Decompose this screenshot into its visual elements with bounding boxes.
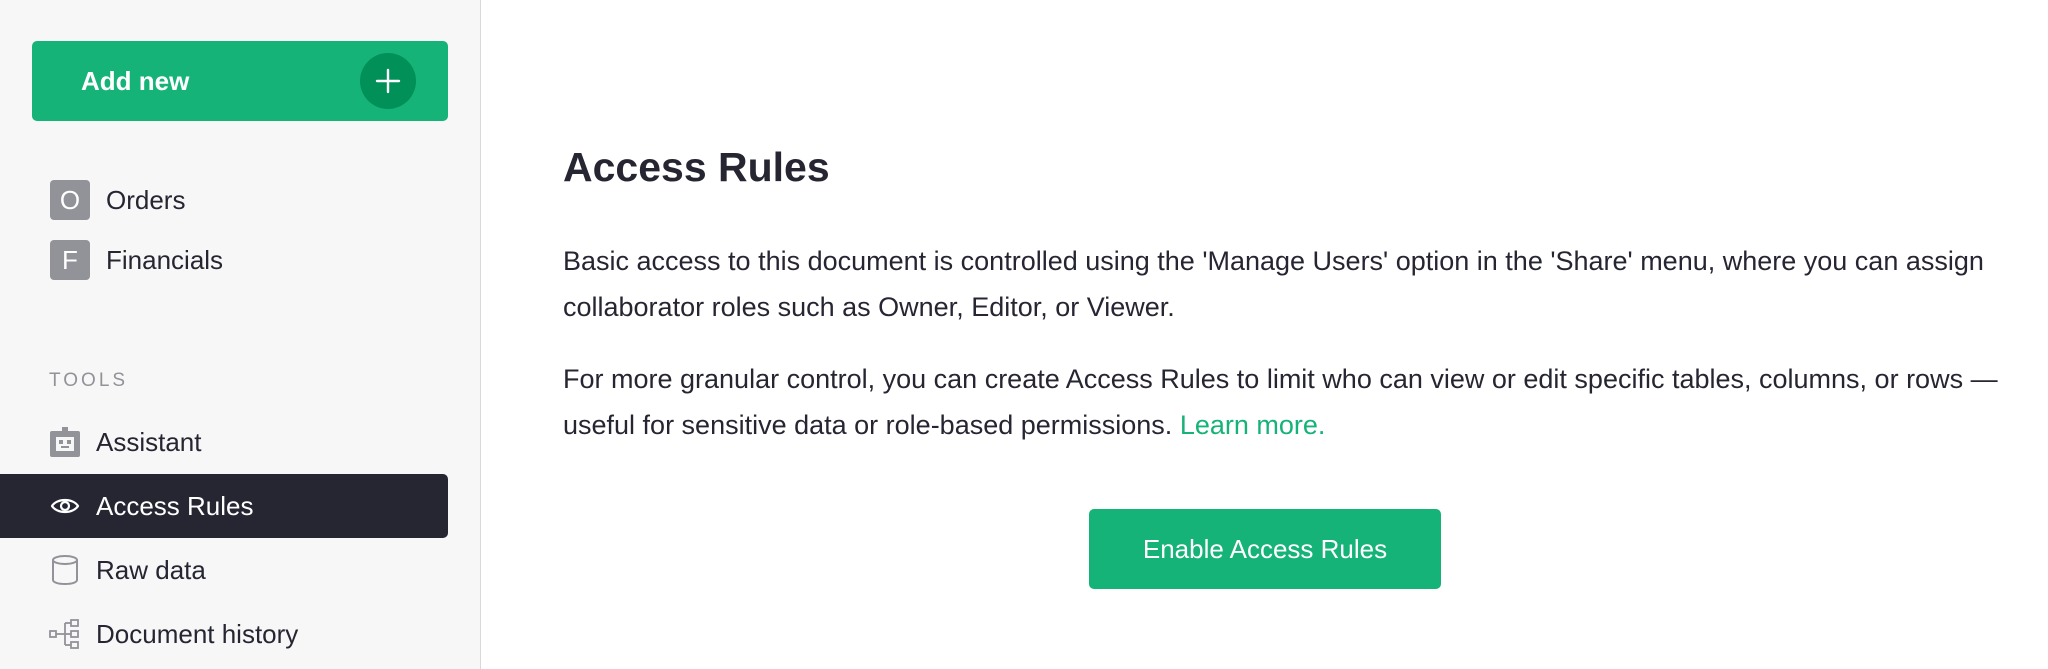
tools-heading: TOOLS (49, 370, 129, 391)
page-item-financials[interactable]: F Financials (50, 240, 223, 280)
page-initial-badge: O (50, 180, 90, 220)
history-icon (48, 617, 82, 651)
sidebar-item-raw-data[interactable]: Raw data (0, 538, 448, 602)
page-title: Access Rules (563, 144, 830, 190)
eye-icon (48, 489, 82, 523)
learn-more-link[interactable]: Learn more. (1180, 410, 1326, 440)
sidebar-item-access-rules[interactable]: Access Rules (0, 474, 448, 538)
main-content: Access Rules Basic access to this docume… (481, 0, 2048, 669)
left-sidebar: Add new O Orders F Financials TOOLS Assi… (0, 0, 481, 669)
page-label: Financials (106, 244, 224, 275)
sidebar-item-label: Raw data (96, 554, 206, 585)
enable-access-rules-button[interactable]: Enable Access Rules (1089, 509, 1441, 589)
add-new-button[interactable]: Add new (32, 41, 448, 121)
page-item-orders[interactable]: O Orders (50, 180, 185, 220)
intro-paragraph: Basic access to this document is control… (563, 246, 1984, 322)
plus-icon (360, 53, 416, 109)
app: Add new O Orders F Financials TOOLS Assi… (0, 0, 2048, 669)
sidebar-item-assistant[interactable]: Assistant (0, 410, 448, 474)
sidebar-item-label: Document history (96, 618, 299, 649)
sidebar-item-document-history[interactable]: Document history (0, 602, 448, 666)
page-label: Orders (106, 184, 186, 215)
add-new-label: Add new (81, 65, 190, 96)
sidebar-item-label: Access Rules (96, 490, 254, 521)
page-initial-badge: F (50, 240, 90, 280)
sidebar-item-label: Assistant (96, 426, 202, 457)
robot-icon (48, 425, 82, 459)
database-icon (48, 553, 82, 587)
details-paragraph: For more granular control, you can creat… (563, 356, 2013, 448)
